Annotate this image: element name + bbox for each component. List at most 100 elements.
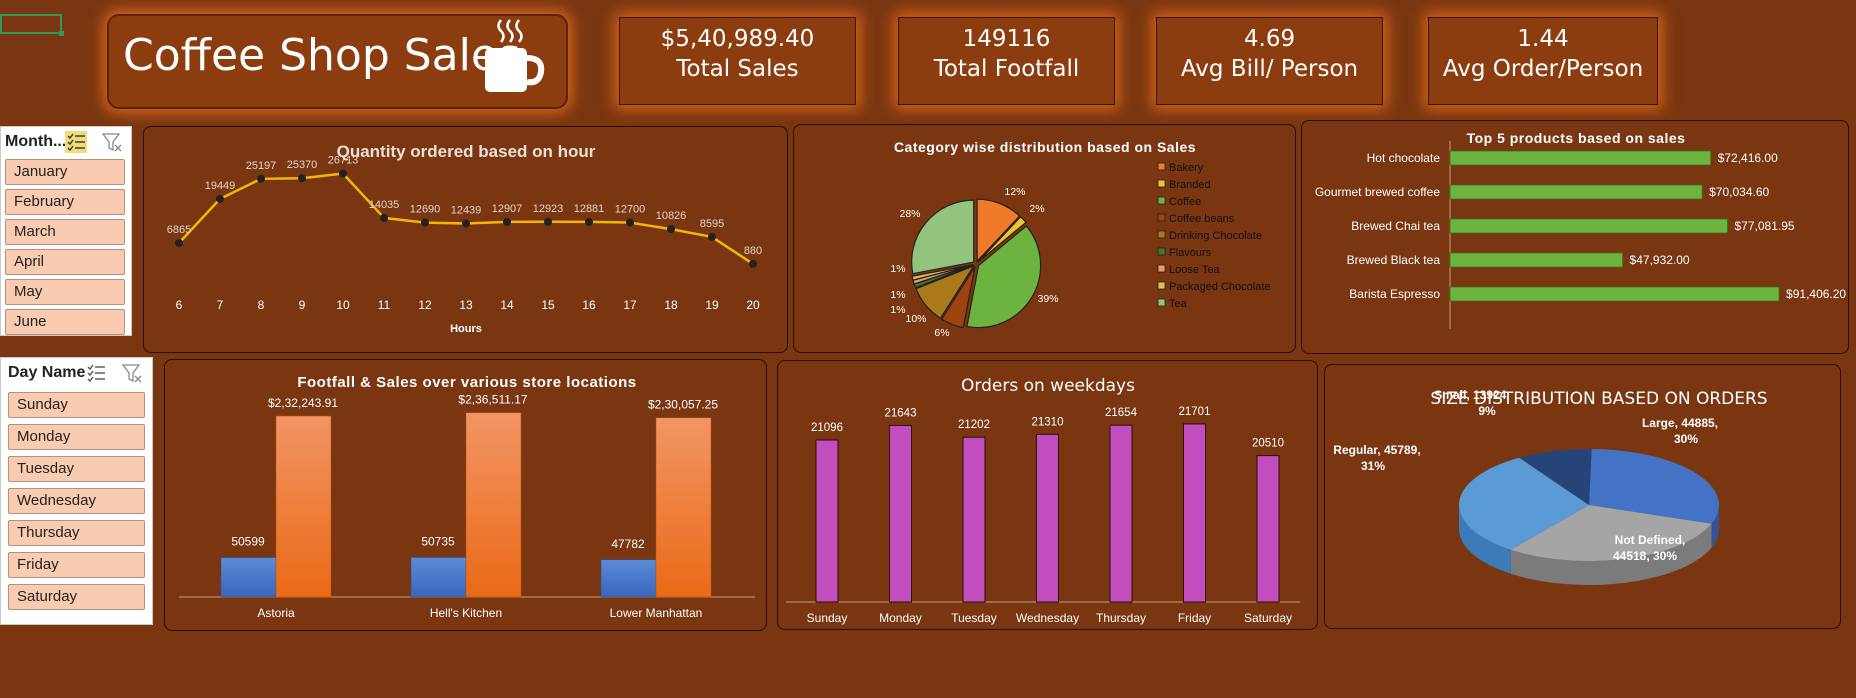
clear-filter-icon[interactable] <box>121 362 143 384</box>
bar-footfall <box>600 559 657 598</box>
slicer-item-tuesday[interactable]: Tuesday <box>8 456 145 482</box>
bar-footfall <box>220 557 277 598</box>
data-label: 50735 <box>421 534 455 548</box>
data-label: 14035 <box>369 199 400 211</box>
bar-sales <box>655 417 712 598</box>
coffee-cup-icon <box>485 19 545 92</box>
bar <box>1449 286 1780 302</box>
kpi-total-sales: $5,40,989.40 Total Sales <box>619 17 856 105</box>
slicer-item-thursday[interactable]: Thursday <box>8 520 145 546</box>
legend-swatch <box>1157 213 1166 222</box>
clear-filter-icon[interactable] <box>101 131 123 153</box>
slice-label: 2% <box>1029 203 1044 215</box>
x-tick-label: 10 <box>336 298 350 312</box>
x-tick-label: 7 <box>217 298 224 312</box>
kpi-avg-bill: 4.69 Avg Bill/ Person <box>1156 17 1383 105</box>
x-axis-label: Hours <box>450 323 482 335</box>
data-label: 50599 <box>231 535 265 549</box>
slice-label: 6% <box>934 327 949 339</box>
spreadsheet-cell-selection[interactable] <box>0 14 64 36</box>
x-tick-label: 15 <box>541 298 555 312</box>
data-label: 19449 <box>205 180 236 192</box>
slice-label: 12% <box>1004 186 1025 198</box>
multi-select-icon[interactable] <box>65 131 87 153</box>
kpi-avg-order: 1.44 Avg Order/Person <box>1428 17 1658 105</box>
slicer-item-wednesday[interactable]: Wednesday <box>8 488 145 514</box>
data-label: $72,416.00 <box>1718 151 1778 165</box>
slice-value-label: 44518, 30% <box>1613 549 1677 563</box>
data-label: 6865 <box>167 224 191 236</box>
slicer-item-may[interactable]: May <box>5 279 125 305</box>
slice-label: Small, 13924, <box>1434 388 1509 402</box>
data-label: $2,36,511.17 <box>458 393 528 407</box>
kpi-value: 1.44 <box>1517 26 1569 52</box>
slicer-item-friday[interactable]: Friday <box>8 552 145 578</box>
data-label: 26713 <box>328 155 359 167</box>
chart-title: Quantity ordered based on hour <box>337 142 596 161</box>
kpi-label: Total Sales <box>676 56 799 82</box>
data-point <box>216 194 224 203</box>
data-label: 12907 <box>492 203 523 215</box>
slicer-item-sunday[interactable]: Sunday <box>8 392 145 418</box>
kpi-label: Total Footfall <box>933 56 1080 82</box>
weekday-orders-chart: Orders on weekdays 21096 Sunday 21643 Monday… <box>777 360 1318 630</box>
hourly-quantity-chart: Quantity ordered based on hour 6865 6 19449… <box>143 126 788 353</box>
category-label: Gourmet brewed coffee <box>1315 185 1441 199</box>
x-tick-label: 12 <box>418 298 432 312</box>
slicer-item-april[interactable]: April <box>5 249 125 275</box>
slicer-item-saturday[interactable]: Saturday <box>8 584 145 610</box>
kpi-label: Avg Order/Person <box>1442 56 1644 82</box>
slicer-item-monday[interactable]: Monday <box>8 424 145 450</box>
legend-label: Branded <box>1169 179 1211 191</box>
x-tick-label: 11 <box>378 298 391 312</box>
data-label: 47782 <box>611 537 645 551</box>
data-label: 12690 <box>410 204 441 216</box>
bar <box>1449 252 1623 268</box>
data-label: $47,932.00 <box>1630 253 1690 267</box>
data-label: $77,081.95 <box>1734 219 1794 233</box>
bar <box>962 436 986 603</box>
bar <box>1449 150 1712 166</box>
bar <box>1449 218 1728 234</box>
slicer-item-june[interactable]: June <box>5 309 125 335</box>
data-point <box>421 218 429 227</box>
data-label: 12439 <box>451 204 482 216</box>
category-label: Thursday <box>1096 611 1146 625</box>
slice-value-label: 9% <box>1478 404 1496 418</box>
category-label: Brewed Chai tea <box>1351 219 1440 233</box>
slice-label: Regular, 45789, <box>1333 443 1420 457</box>
x-tick-label: 19 <box>705 298 719 312</box>
multi-select-icon[interactable] <box>85 362 107 384</box>
chart-title: Footfall & Sales over various store loca… <box>297 374 636 391</box>
top-products-chart: Top 5 products based on sales Hot chocola… <box>1301 120 1849 354</box>
data-point <box>380 213 388 222</box>
category-label: Friday <box>1178 611 1211 625</box>
dashboard-title: Coffee Shop Sales <box>123 30 521 81</box>
bar-footfall <box>410 557 467 598</box>
month-slicer-header: Month... <box>1 127 131 157</box>
category-label: Hot chocolate <box>1367 151 1441 165</box>
kpi-total-footfall: 149116 Total Footfall <box>898 17 1115 105</box>
day-slicer: Day Name Sunday Monday Tuesday Wednesday… <box>0 357 153 625</box>
data-label: 10826 <box>656 210 687 222</box>
data-label: 25197 <box>246 160 277 172</box>
slicer-item-march[interactable]: March <box>5 219 125 245</box>
data-label: 12923 <box>533 203 564 215</box>
legend-label: Flavours <box>1169 247 1212 259</box>
x-tick-label: 18 <box>664 298 678 312</box>
slicer-item-january[interactable]: January <box>5 159 125 185</box>
slicer-item-february[interactable]: February <box>5 189 125 215</box>
legend-swatch <box>1157 281 1166 290</box>
x-tick-label: 14 <box>500 298 514 312</box>
legend-label: Coffee <box>1169 196 1201 208</box>
legend-swatch <box>1157 298 1166 307</box>
chart-title: Orders on weekdays <box>961 376 1135 396</box>
bar-sales <box>275 415 332 598</box>
legend-label: Tea <box>1169 298 1188 310</box>
x-tick-label: 20 <box>746 298 760 312</box>
data-point <box>667 225 675 234</box>
legend-swatch <box>1157 196 1166 205</box>
data-point <box>749 259 757 268</box>
bar <box>1109 424 1133 603</box>
legend-swatch <box>1157 162 1166 171</box>
